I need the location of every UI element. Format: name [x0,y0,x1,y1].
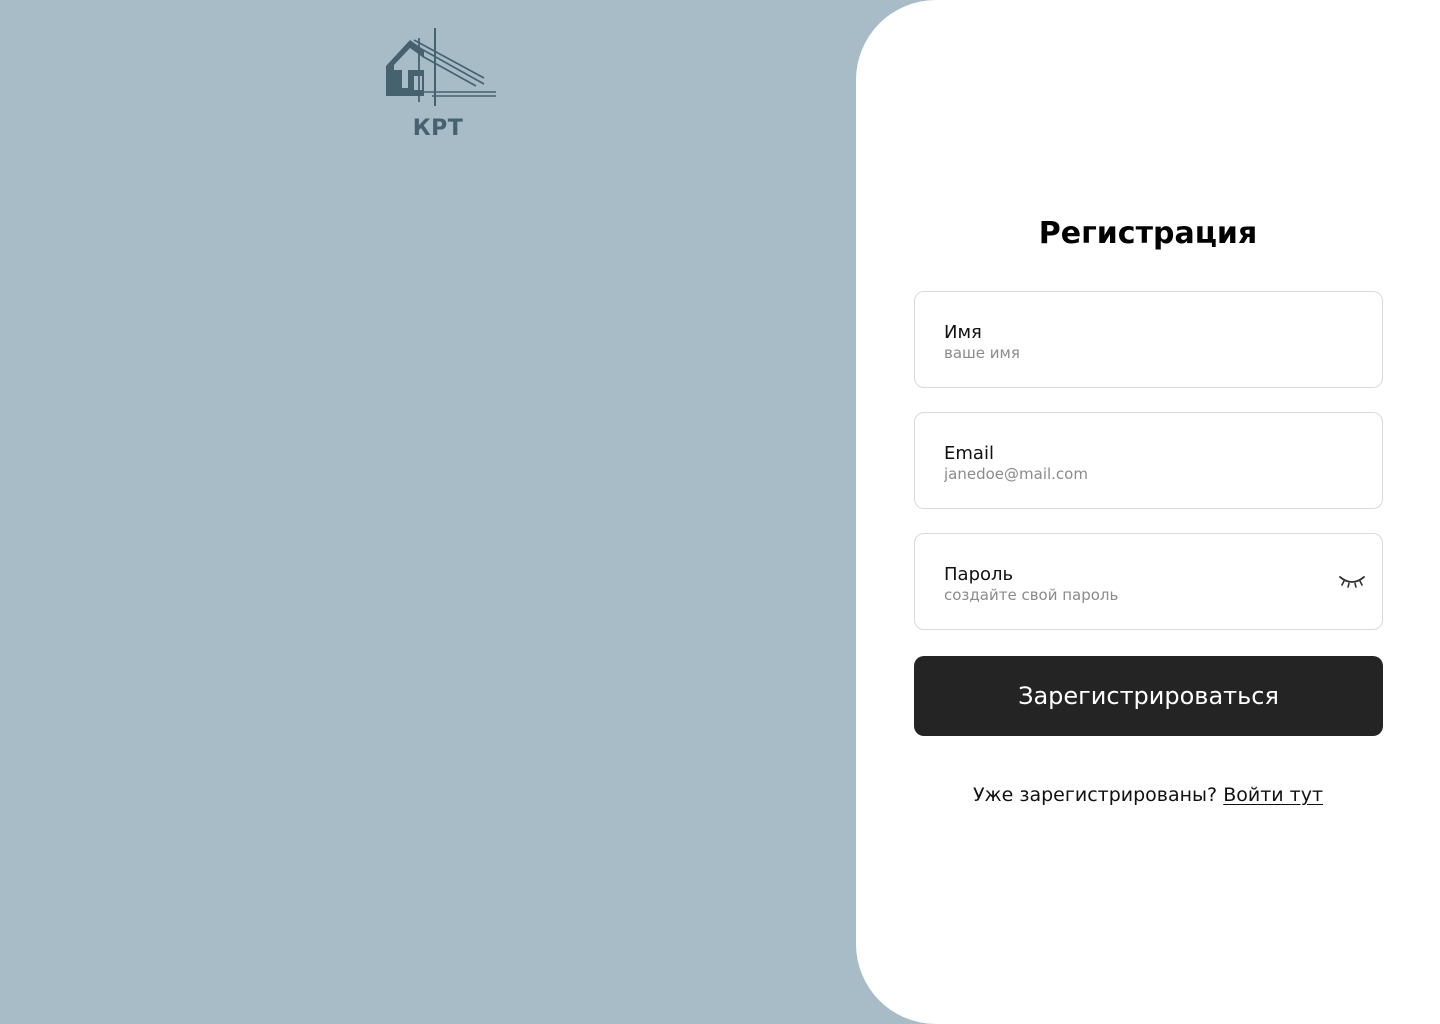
house-roof-logo-icon [386,28,496,106]
login-prompt-row: Уже зарегистрированы? Войти тут [856,784,1440,806]
login-link[interactable]: Войти тут [1223,784,1323,806]
brand-logo: КРТ [384,26,500,146]
registration-panel: Регистрация Имя Email Пароль Зарегис [856,0,1440,1024]
eye-closed-icon[interactable] [1338,571,1366,591]
register-button[interactable]: Зарегистрироваться [914,656,1383,736]
password-field-label: Пароль [944,564,1014,585]
login-prompt-text: Уже зарегистрированы? [972,784,1218,806]
name-input[interactable] [944,344,1304,362]
email-input[interactable] [944,465,1304,483]
name-field[interactable]: Имя [914,291,1383,388]
page-title: Регистрация [1038,216,1258,251]
password-input[interactable] [944,586,1304,604]
email-field[interactable]: Email [914,412,1383,509]
brand-name: КРТ [412,116,464,141]
name-field-label: Имя [944,322,982,343]
password-field[interactable]: Пароль [914,533,1383,630]
registration-page: КРТ Регистрация Имя Email Пароль [0,0,1440,1024]
email-field-label: Email [944,443,994,464]
